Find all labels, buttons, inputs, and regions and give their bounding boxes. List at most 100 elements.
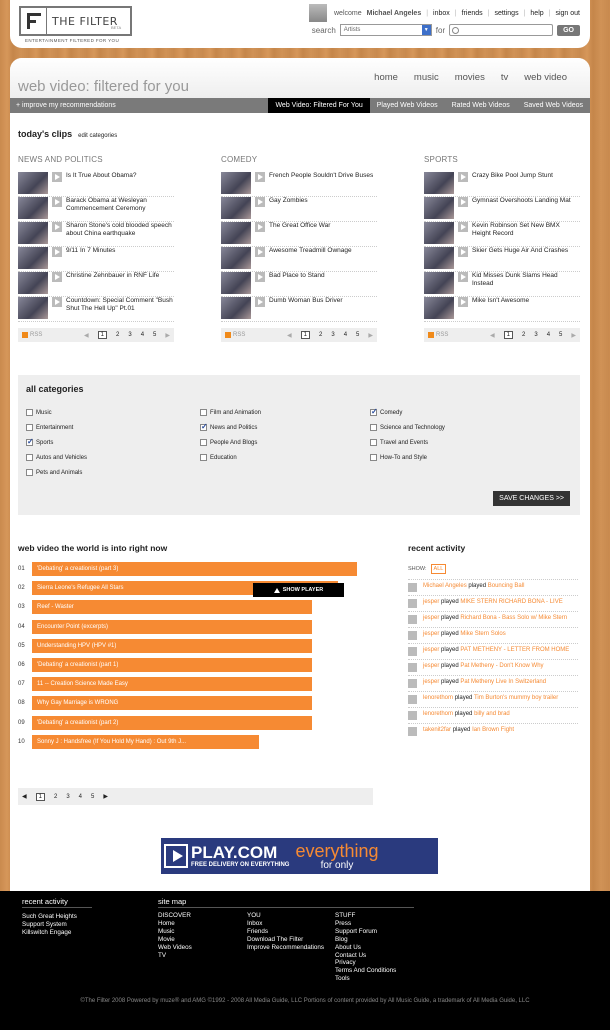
list-item[interactable]: Kid Misses Dunk Slams Head Instead [424, 272, 580, 297]
avatar[interactable] [408, 695, 417, 704]
footer-link[interactable]: Friends [247, 928, 324, 936]
page-link[interactable]: 2 [522, 332, 525, 338]
video-thumbnail[interactable] [424, 222, 454, 244]
activity-item-link[interactable]: Bouncing Ball [488, 583, 525, 589]
activity-user[interactable]: takenit2far [423, 727, 451, 733]
table-row[interactable]: 06 'Debating' a creationist (part 1) [18, 658, 312, 672]
checkbox[interactable] [26, 424, 33, 431]
topnav-home[interactable]: home [366, 72, 406, 83]
clip-title[interactable]: Dumb Woman Bus Driver [269, 297, 343, 305]
footer-link[interactable]: Tools [335, 975, 396, 983]
clip-title[interactable]: 9/11 In 7 Minutes [66, 247, 115, 255]
topnav-tv[interactable]: tv [493, 72, 516, 83]
footer-link[interactable]: About Us [335, 944, 396, 952]
category-checkbox[interactable]: Film and Animation [200, 409, 261, 416]
footer-link[interactable]: Web Videos [158, 944, 192, 952]
checkbox[interactable] [200, 422, 208, 431]
search-input[interactable] [449, 24, 554, 36]
clip-title[interactable]: Barack Obama at Wesleyan Commencement Ce… [66, 197, 174, 213]
page-link[interactable]: 2 [54, 794, 57, 800]
next-arrow-icon[interactable]: ▶ [165, 332, 170, 339]
list-item[interactable]: Countdown: Special Comment "Bush Shut Th… [18, 297, 174, 322]
clip-title[interactable]: Kid Misses Dunk Slams Head Instead [472, 272, 580, 288]
clip-title[interactable]: Crazy Bike Pool Jump Stunt [472, 172, 553, 180]
checkbox[interactable] [26, 469, 33, 476]
video-thumbnail[interactable] [18, 272, 48, 294]
show-all-button[interactable]: ALL [430, 564, 447, 574]
footer-link[interactable]: Privacy [335, 959, 396, 967]
clip-title[interactable]: Gymnast Overshoots Landing Mat [472, 197, 571, 205]
list-item[interactable]: Kevin Robinson Set New BMX Height Record [424, 222, 580, 247]
nav-settings[interactable]: settings [494, 10, 518, 17]
list-item[interactable]: Dumb Woman Bus Driver [221, 297, 377, 322]
clip-title[interactable]: Gay Zombies [269, 197, 308, 205]
page-link[interactable]: 1 [300, 331, 310, 339]
clip-title[interactable]: Awesome Treadmill Ownage [269, 247, 352, 255]
clip-title[interactable]: Sharon Stone's cold blooded speech about… [66, 222, 174, 238]
save-changes-button[interactable]: SAVE CHANGES >> [493, 491, 570, 506]
activity-user[interactable]: lenorethom [423, 695, 453, 701]
clip-title[interactable]: Is It True About Obama? [66, 172, 136, 180]
page-link[interactable]: 3 [66, 794, 69, 800]
page-link[interactable]: 4 [79, 794, 82, 800]
avatar[interactable] [408, 663, 417, 672]
video-thumbnail[interactable] [424, 247, 454, 269]
category-checkbox[interactable]: People And Blogs [200, 439, 257, 446]
footer-recent-item[interactable]: Support System [22, 921, 92, 929]
play-icon[interactable] [255, 222, 265, 232]
activity-item-link[interactable]: Tim Burton's mummy boy trailer [474, 695, 558, 701]
play-icon[interactable] [52, 297, 62, 307]
topnav-music[interactable]: music [406, 72, 447, 83]
footer-link[interactable]: TV [158, 952, 192, 960]
avatar[interactable] [408, 727, 417, 736]
activity-user[interactable]: jesper [423, 647, 439, 653]
avatar[interactable] [408, 679, 417, 688]
category-checkbox[interactable]: Music [26, 409, 52, 416]
clip-title[interactable]: Mike Isn't Awesome [472, 297, 529, 305]
video-thumbnail[interactable] [18, 197, 48, 219]
video-bar[interactable]: 'Debating' a creationist (part 2) [32, 715, 312, 730]
list-item[interactable]: Crazy Bike Pool Jump Stunt [424, 172, 580, 197]
activity-user[interactable]: jesper [423, 631, 439, 637]
footer-recent-item[interactable]: Such Great Heights [22, 913, 92, 921]
avatar[interactable] [408, 631, 417, 640]
footer-link[interactable]: Press [335, 920, 396, 928]
activity-user[interactable]: lenorethom [423, 711, 453, 717]
table-row[interactable]: 07 11 -- Creation Science Made Easy [18, 677, 312, 692]
page-link[interactable]: 1 [97, 331, 107, 339]
footer-link[interactable]: Inbox [247, 920, 324, 928]
topnav-web-video[interactable]: web video [516, 72, 575, 83]
list-item[interactable]: Awesome Treadmill Ownage [221, 247, 377, 272]
play-icon[interactable] [255, 297, 265, 307]
list-item[interactable]: Skier Gets Huge Air And Crashes [424, 247, 580, 272]
category-checkbox[interactable]: Comedy [370, 407, 402, 416]
play-com-ad[interactable]: PLAY.COM FREE DELIVERY ON EVERYTHING ever… [161, 838, 438, 874]
tab-played[interactable]: Played Web Videos [370, 98, 445, 113]
tab-rated[interactable]: Rated Web Videos [445, 98, 517, 113]
clip-title[interactable]: French People Souldn't Drive Buses [269, 172, 373, 180]
rss-link[interactable]: RSS [225, 332, 245, 338]
next-arrow-icon[interactable]: ▶ [571, 332, 576, 339]
edit-categories-link[interactable]: edit categories [78, 133, 117, 139]
improve-recommendations-link[interactable]: + improve my recommendations [10, 102, 116, 109]
video-thumbnail[interactable] [221, 297, 251, 319]
play-icon[interactable] [255, 247, 265, 257]
video-thumbnail[interactable] [221, 172, 251, 194]
video-thumbnail[interactable] [221, 197, 251, 219]
checkbox[interactable] [26, 409, 33, 416]
footer-link[interactable]: Movie [158, 936, 192, 944]
checkbox[interactable] [200, 454, 207, 461]
list-item[interactable]: Christine Zehnbauer in RNF Life [18, 272, 174, 297]
avatar[interactable] [408, 583, 417, 592]
list-item[interactable]: Mike Isn't Awesome [424, 297, 580, 322]
page-link[interactable]: 2 [116, 332, 119, 338]
nav-friends[interactable]: friends [462, 10, 483, 17]
activity-item-link[interactable]: Ian Brown Fight [472, 727, 514, 733]
next-arrow-icon[interactable]: ▶ [103, 793, 108, 800]
prev-arrow-icon[interactable]: ◀ [84, 332, 89, 339]
activity-item-link[interactable]: billy and brad [474, 711, 510, 717]
list-item[interactable]: Gay Zombies [221, 197, 377, 222]
play-icon[interactable] [52, 272, 62, 282]
video-bar[interactable]: Why Gay Marriage is WRONG [32, 696, 312, 711]
video-bar[interactable]: Understanding HPV (HPV #1) [32, 638, 312, 653]
